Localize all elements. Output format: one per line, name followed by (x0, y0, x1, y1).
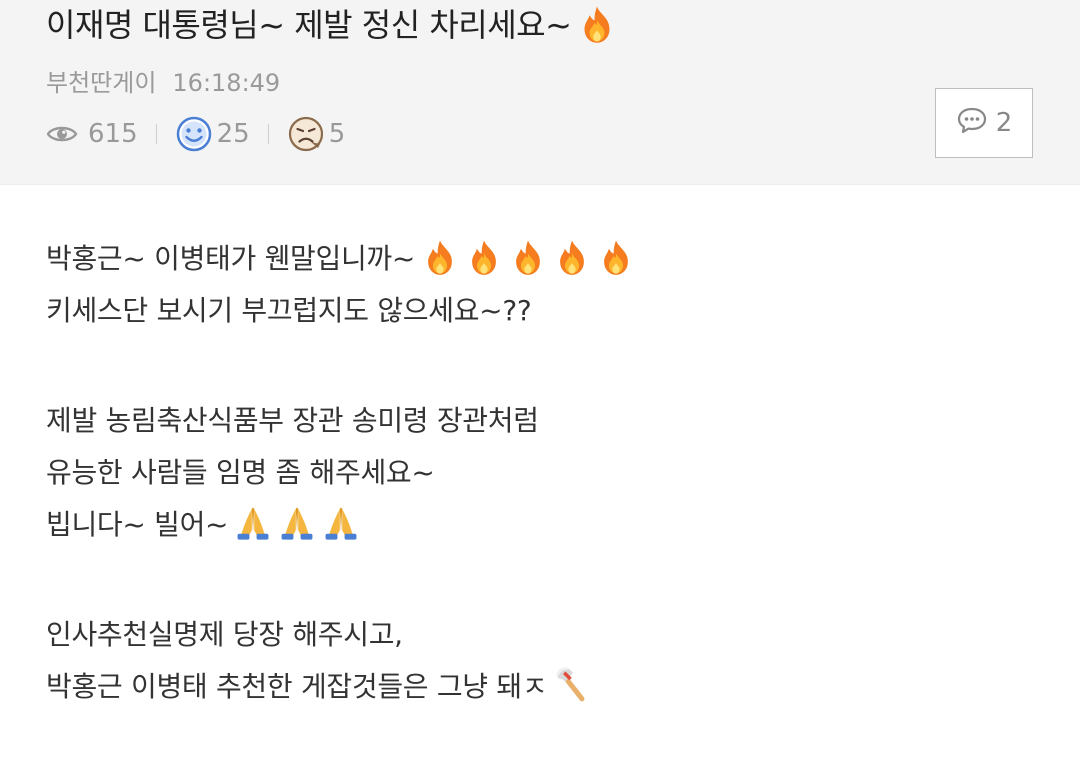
body-text: 제발 농림축산식품부 장관 송미령 장관처럼 (46, 404, 539, 437)
body-line: 박홍근~ 이병태가 웬말입니까~ (46, 233, 1036, 285)
fire-emoji (465, 238, 503, 276)
author-name[interactable]: 부천딴게이 (46, 69, 156, 97)
fire-emoji (597, 238, 635, 276)
body-line: 빕니다~ 빌어~ (46, 499, 1036, 551)
dislike-count[interactable]: 5 (287, 115, 346, 153)
smiley-icon[interactable] (175, 115, 213, 153)
body-text: 빕니다~ 빌어~ (46, 508, 229, 541)
body-line: 유능한 사람들 임명 좀 해주세요~ (46, 447, 1036, 499)
comment-button[interactable]: 2 (935, 88, 1033, 158)
speech-bubble-icon (956, 106, 996, 141)
eye-icon (46, 123, 78, 145)
stat-divider (267, 124, 269, 144)
dislike-count-value: 5 (328, 119, 346, 149)
post-stats: 615 25 5 (46, 114, 345, 154)
fire-emoji (553, 238, 591, 276)
folded-hands-emoji (322, 504, 360, 542)
body-text: 유능한 사람들 임명 좀 해주세요~ (46, 456, 435, 489)
post-meta: 부천딴게이 16:18:49 (46, 66, 280, 100)
body-line: 키세스단 보시기 부끄럽지도 않으세요~?? (46, 285, 1036, 337)
axe-emoji (553, 664, 593, 704)
comment-count: 2 (995, 108, 1013, 138)
body-text: 인사추천실명제 당장 해주시고, (46, 618, 403, 651)
post-title: 이재명 대통령님~ 제발 정신 차리세요~ (46, 4, 617, 46)
post-body: 박홍근~ 이병태가 웬말입니까~ 키세스단 보시기 부끄럽지도 않으세요~?? … (46, 233, 1036, 713)
post-title-text: 이재명 대통령님~ 제발 정신 차리세요~ (46, 6, 572, 44)
view-count-value: 615 (88, 119, 138, 149)
stat-divider (155, 124, 157, 144)
like-count[interactable]: 25 (175, 115, 250, 153)
folded-hands-emoji (278, 504, 316, 542)
body-line: 제발 농림축산식품부 장관 송미령 장관처럼 (46, 395, 1036, 447)
like-count-value: 25 (216, 119, 250, 149)
body-line: 인사추천실명제 당장 해주시고, (46, 609, 1036, 661)
post-time: 16:18:49 (172, 69, 281, 97)
body-text: 박홍근~ 이병태가 웬말입니까~ (46, 242, 416, 275)
body-line: 박홍근 이병태 추천한 게잡것들은 그냥 돼ㅈ (46, 661, 1036, 713)
post-header: 이재명 대통령님~ 제발 정신 차리세요~ 부천딴게이 16:18:49 615 (0, 0, 1080, 185)
fire-emoji (577, 4, 617, 44)
fire-emoji (421, 238, 459, 276)
fire-emoji (509, 238, 547, 276)
body-text: 박홍근 이병태 추천한 게잡것들은 그냥 돼ㅈ (46, 670, 548, 703)
folded-hands-emoji (234, 504, 272, 542)
body-text: 키세스단 보시기 부끄럽지도 않으세요~?? (46, 294, 532, 327)
frown-icon[interactable] (287, 115, 325, 153)
view-count: 615 (46, 119, 138, 149)
